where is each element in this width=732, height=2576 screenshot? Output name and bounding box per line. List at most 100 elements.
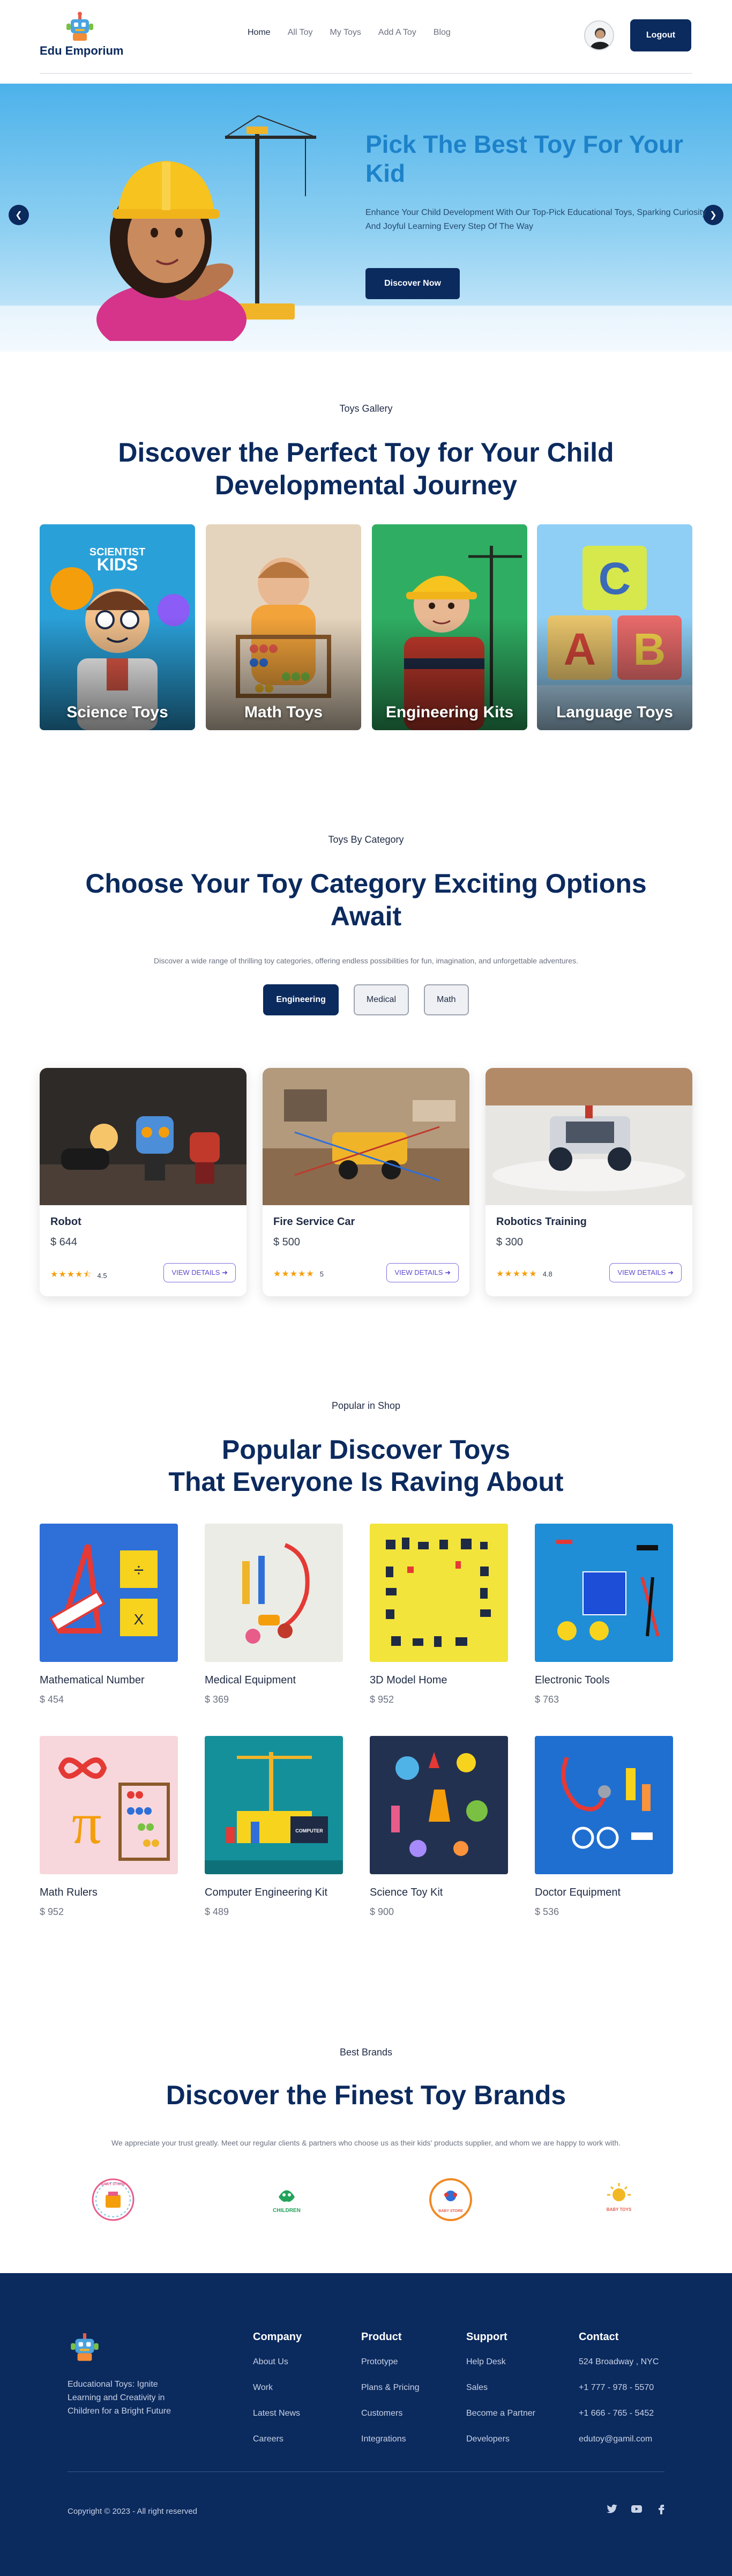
nav-link-all-toy[interactable]: All Toy [288, 28, 313, 38]
footer-link[interactable]: Help Desk [466, 2357, 535, 2367]
card-price: $ 500 [273, 1236, 301, 1248]
copyright-text: Copyright © 2023 - All right reserved [68, 2507, 197, 2516]
social-links [606, 2503, 668, 2515]
footer-link[interactable]: Prototype [361, 2357, 420, 2367]
brand-logo-children[interactable]: CHILDREN [257, 2170, 316, 2229]
item-price: $ 900 [370, 1906, 394, 1917]
gallery-title: Discover the Perfect Toy for Your Child … [118, 437, 614, 500]
tab-medical[interactable]: Medical [353, 984, 409, 1015]
baby-store-logo-icon: BABY STORE [92, 2178, 135, 2221]
fire-service-car-photo [263, 1068, 469, 1205]
hero-description: Enhance Your Child Development With Our … [365, 208, 707, 232]
footer-column-support: Support Help Desk Sales Become a Partner… [466, 2331, 535, 2460]
nav-link-home[interactable]: Home [248, 28, 271, 38]
top-navbar: Edu Emporium Home All Toy My Toys Add A … [40, 0, 692, 74]
facebook-icon[interactable] [655, 2503, 668, 2515]
brand-logo-baby-toys[interactable]: BABY TOYS [589, 2170, 648, 2229]
popular-item[interactable]: Doctor Equipment $ 536 [535, 1736, 673, 1918]
svg-text:C: C [599, 553, 631, 604]
category-tag: Toys By Category [328, 834, 404, 845]
site-logo[interactable]: Edu Emporium [40, 11, 147, 64]
footer-column-title: Contact [579, 2331, 619, 2343]
footer-contact-phone[interactable]: +1 666 - 765 - 5452 [579, 2409, 659, 2418]
footer-contact-address[interactable]: 524 Broadway , NYC [579, 2357, 659, 2367]
footer-link[interactable]: Customers [361, 2409, 420, 2418]
gallery-card-math[interactable]: Math Toys [206, 524, 361, 730]
footer-contact-email[interactable]: edutoy@gamil.com [579, 2434, 659, 2444]
card-title: Robot [50, 1216, 81, 1228]
card-rating: ★★★★⯪ 4.5 [50, 1268, 107, 1283]
view-details-button[interactable]: VIEW DETAILS ➜ [163, 1263, 236, 1282]
footer-column-title: Product [361, 2331, 402, 2343]
youtube-icon[interactable] [630, 2503, 643, 2515]
robot-photo [40, 1068, 247, 1205]
gallery-card-science[interactable]: SCIENTIST KIDS Science Toys [40, 524, 195, 730]
footer-contact-phone[interactable]: +1 777 - 978 - 5570 [579, 2383, 659, 2393]
math-number-toy-image: ÷ X [40, 1524, 178, 1662]
svg-text:BABY STORE: BABY STORE [101, 2182, 125, 2186]
svg-text:X: X [134, 1611, 144, 1628]
item-price: $ 536 [535, 1906, 559, 1917]
logout-button[interactable]: Logout [630, 19, 691, 51]
discover-now-button[interactable]: Discover Now [365, 268, 460, 299]
item-name: Math Rulers [40, 1887, 98, 1898]
rating-stars-icon: ★★★★★ [496, 1270, 537, 1279]
popular-title-line2: That Everyone Is Raving About [168, 1467, 564, 1497]
robot-logo-icon[interactable] [68, 2330, 102, 2364]
main-nav: Home All Toy My Toys Add A Toy Blog [248, 28, 451, 38]
nav-link-blog[interactable]: Blog [434, 28, 451, 38]
tab-math[interactable]: Math [424, 984, 469, 1015]
gallery-card-language[interactable]: C A B Language Toys [537, 524, 692, 730]
footer-link[interactable]: Work [253, 2383, 302, 2393]
gallery-card-engineering[interactable]: Engineering Kits [372, 524, 527, 730]
popular-item[interactable]: ÷ X Mathematical Number $ 454 [40, 1524, 178, 1705]
user-avatar[interactable] [584, 20, 614, 50]
3d-model-home-image [370, 1524, 508, 1662]
brands-tag: Best Brands [339, 2047, 393, 2058]
category-card-fire-service-car: Fire Service Car $ 500 ★★★★★ 5 VIEW DETA… [263, 1068, 469, 1296]
arrow-right-icon: ❯ [709, 211, 717, 220]
twitter-icon[interactable] [606, 2503, 618, 2515]
popular-tag: Popular in Shop [331, 1400, 401, 1411]
popular-item[interactable]: Electronic Tools $ 763 [535, 1524, 673, 1705]
footer-link[interactable]: Become a Partner [466, 2409, 535, 2418]
science-toy-kit-image [370, 1736, 508, 1874]
rating-stars-icon: ★★★★⯪ [50, 1270, 92, 1279]
card-price: $ 644 [50, 1236, 78, 1248]
popular-item[interactable]: COMPUTER Computer Engineering Kit $ 489 [205, 1736, 343, 1918]
nav-link-add-toy[interactable]: Add A Toy [378, 28, 416, 38]
computer-engineering-kit-image: COMPUTER [205, 1736, 343, 1874]
robot-logo-icon [66, 12, 93, 41]
brand-logo-baby-store-2[interactable]: BABY STORE [421, 2170, 480, 2229]
footer-link[interactable]: Plans & Pricing [361, 2383, 420, 2393]
card-rating: ★★★★★ 5 [273, 1268, 324, 1279]
popular-item[interactable]: 3D Model Home $ 952 [370, 1524, 508, 1705]
popular-item[interactable]: π Math Rulers $ 952 [40, 1736, 178, 1918]
view-details-button[interactable]: VIEW DETAILS ➜ [609, 1263, 682, 1282]
footer-link[interactable]: Integrations [361, 2434, 420, 2444]
footer-link[interactable]: Latest News [253, 2409, 302, 2418]
footer-column-product: Product Prototype Plans & Pricing Custom… [361, 2331, 420, 2460]
children-logo-icon: CHILDREN [273, 2190, 301, 2214]
card-title: Robotics Training [496, 1216, 587, 1228]
item-price: $ 454 [40, 1694, 64, 1705]
svg-text:CHILDREN: CHILDREN [273, 2208, 301, 2214]
footer-link[interactable]: Developers [466, 2434, 535, 2444]
popular-item[interactable]: Science Toy Kit $ 900 [370, 1736, 508, 1918]
brand-logo-baby-store[interactable]: BABY STORE [84, 2170, 143, 2229]
footer-link[interactable]: Careers [253, 2434, 302, 2444]
site-footer: Educational Toys: Ignite Learning and Cr… [0, 2273, 732, 2576]
tab-engineering[interactable]: Engineering [263, 984, 339, 1015]
hero-prev-button[interactable]: ❮ [9, 205, 29, 225]
category-title: Choose Your Toy Category Exciting Option… [85, 868, 647, 931]
footer-description: Educational Toys: Ignite Learning and Cr… [68, 2380, 171, 2416]
baby-toys-sun-logo-icon: BABY TOYS [607, 2183, 632, 2212]
footer-column-company: Company About Us Work Latest News Career… [253, 2331, 302, 2460]
popular-item[interactable]: Medical Equipment $ 369 [205, 1524, 343, 1705]
electronic-tools-image [535, 1524, 673, 1662]
rating-value: 4.8 [542, 1270, 552, 1278]
footer-link[interactable]: About Us [253, 2357, 302, 2367]
footer-link[interactable]: Sales [466, 2383, 535, 2393]
nav-link-my-toys[interactable]: My Toys [330, 28, 361, 38]
view-details-button[interactable]: VIEW DETAILS ➜ [386, 1263, 459, 1282]
